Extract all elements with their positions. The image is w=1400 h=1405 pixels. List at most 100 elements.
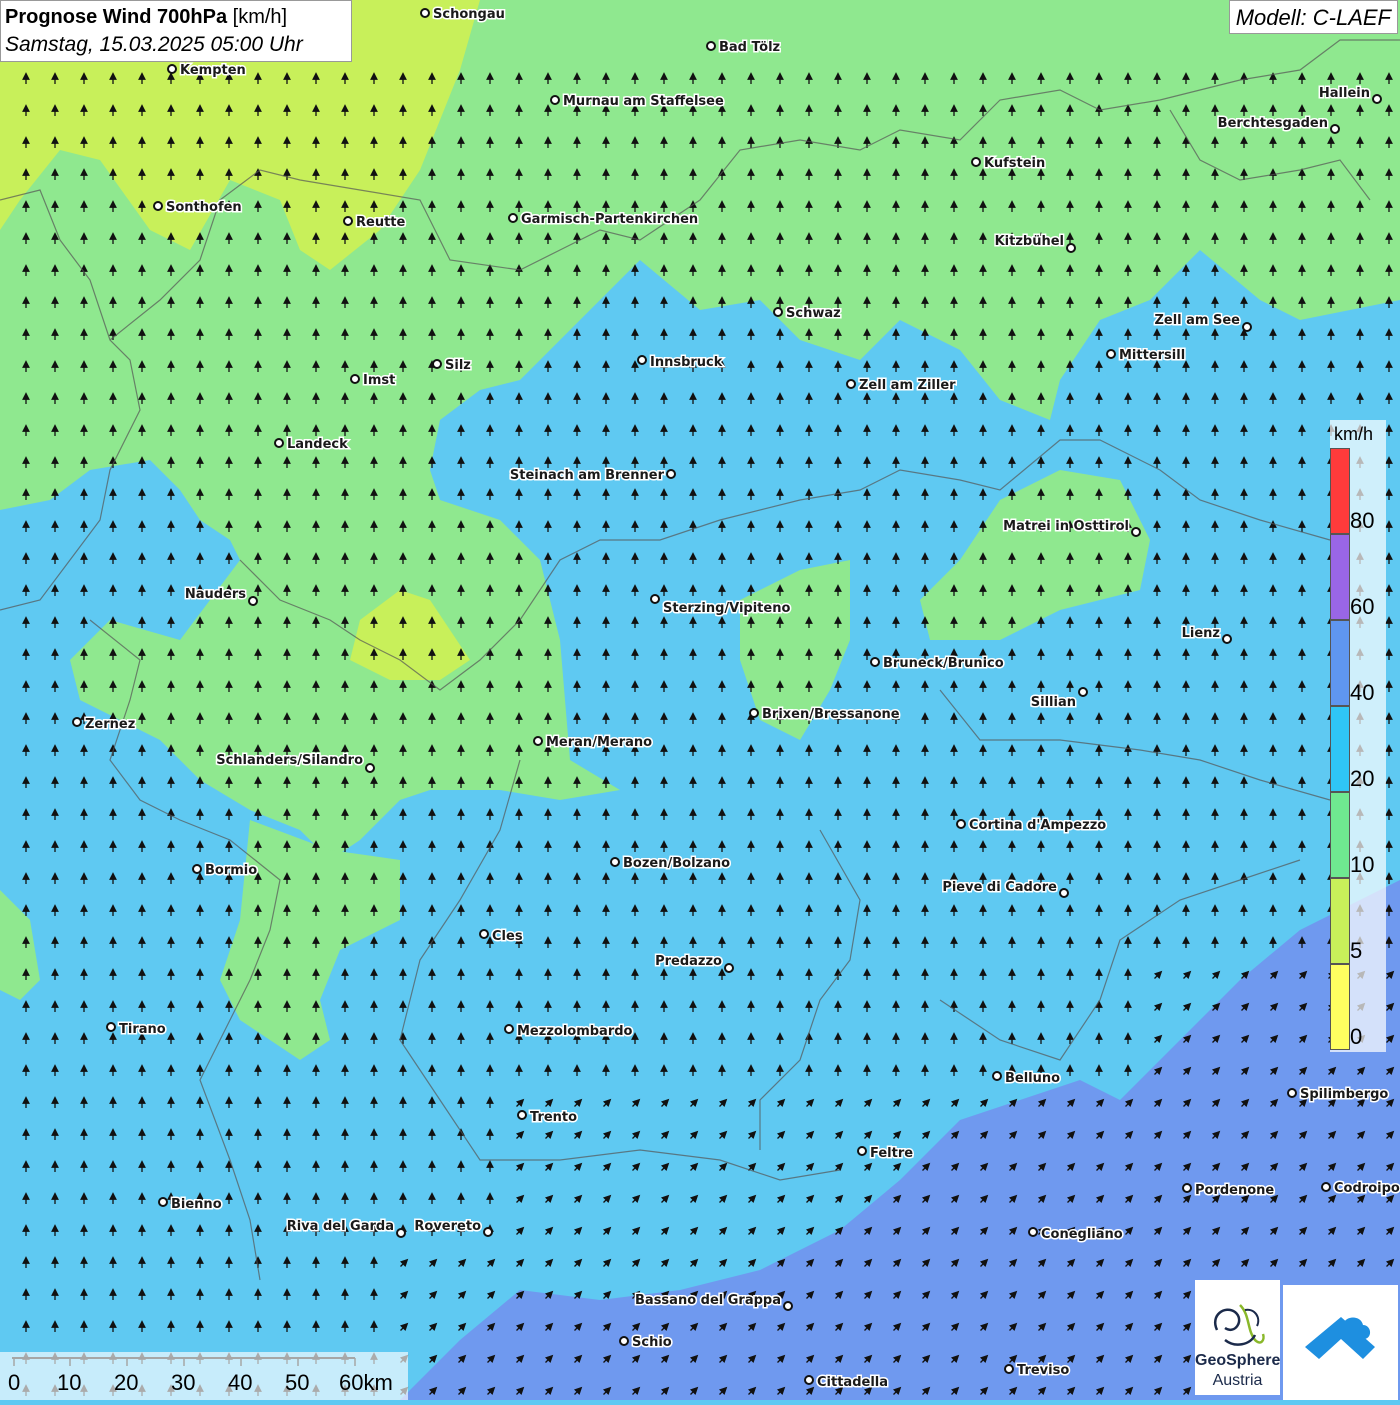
city-label: Hallein bbox=[1319, 86, 1370, 101]
city-label: Sillian bbox=[1031, 695, 1076, 710]
city-marker bbox=[783, 1301, 793, 1311]
city-label: Mezzolombardo bbox=[517, 1024, 633, 1039]
title-main: Prognose Wind 700hPa bbox=[5, 6, 228, 28]
city-marker bbox=[1330, 124, 1340, 134]
city-marker bbox=[857, 1146, 867, 1156]
city-label: Kitzbühel bbox=[995, 234, 1064, 249]
city-marker bbox=[1028, 1227, 1038, 1237]
scale-tick-label: 30 bbox=[171, 1370, 196, 1395]
weather-app-logo bbox=[1283, 1285, 1398, 1400]
city-label: Zernez bbox=[85, 717, 135, 732]
city-marker bbox=[1321, 1182, 1331, 1192]
legend-tick-label: 40 bbox=[1350, 680, 1375, 705]
city-marker bbox=[432, 359, 442, 369]
model-label: Modell: C-LAEF bbox=[1228, 0, 1398, 34]
city-label: Silz bbox=[445, 358, 471, 373]
city-marker bbox=[274, 438, 284, 448]
city-marker bbox=[956, 819, 966, 829]
forecast-datetime: Samstag, 15.03.2025 05:00 Uhr bbox=[5, 33, 303, 56]
city-label: Conegliano bbox=[1041, 1227, 1123, 1242]
geosphere-swirl-icon bbox=[1214, 1304, 1265, 1346]
city-label: Codroipo bbox=[1334, 1181, 1400, 1196]
city-label: Meran/Merano bbox=[546, 735, 652, 750]
city-label: Pordenone bbox=[1195, 1183, 1274, 1198]
city-label: Tirano bbox=[119, 1022, 166, 1037]
city-marker bbox=[483, 1227, 493, 1237]
city-marker bbox=[106, 1022, 116, 1032]
city-label: Kufstein bbox=[984, 156, 1045, 171]
city-marker bbox=[1372, 94, 1382, 104]
city-label: Cortina d'Ampezzo bbox=[969, 818, 1106, 833]
cloud-arrow-icon bbox=[1305, 1317, 1375, 1359]
city-marker bbox=[1106, 349, 1116, 359]
city-label: Berchtesgaden bbox=[1218, 116, 1328, 131]
legend-tick-label: 80 bbox=[1350, 508, 1375, 533]
city-label: Reutte bbox=[356, 215, 406, 230]
city-marker bbox=[420, 8, 430, 18]
city-label: Sonthofen bbox=[166, 200, 242, 215]
city-label: Feltre bbox=[870, 1146, 913, 1161]
city-label: Riva del Garda bbox=[287, 1219, 394, 1234]
city-label: Cles bbox=[492, 929, 523, 944]
city-marker bbox=[396, 1228, 406, 1238]
wind-map: Schongau Bad Tölz Kempten Murnau am Staffel… bbox=[0, 0, 1400, 1400]
city-marker bbox=[504, 1024, 514, 1034]
legend-swatch bbox=[1330, 448, 1350, 534]
city-label: Bassano del Grappa bbox=[635, 1293, 781, 1308]
legend-unit: km/h bbox=[1334, 424, 1374, 444]
city-marker bbox=[846, 379, 856, 389]
city-marker bbox=[167, 64, 177, 74]
legend-swatch bbox=[1330, 878, 1350, 964]
city-marker bbox=[1222, 634, 1232, 644]
geosphere-country: Austria bbox=[1212, 1372, 1263, 1389]
city-marker bbox=[550, 95, 560, 105]
city-marker bbox=[1059, 888, 1069, 898]
city-label: Bormio bbox=[205, 863, 257, 878]
scale-tick-label: 0 bbox=[8, 1370, 21, 1395]
legend-tick-label: 0 bbox=[1350, 1024, 1363, 1049]
legend-tick-label: 60 bbox=[1350, 594, 1375, 619]
city-label: Landeck bbox=[287, 437, 348, 452]
city-label: Belluno bbox=[1005, 1071, 1060, 1086]
scale-tick-label: 50 bbox=[285, 1370, 310, 1395]
city-label: Sterzing/Vipiteno bbox=[663, 601, 790, 616]
city-label: Brixen/Bressanone bbox=[762, 707, 900, 722]
city-marker bbox=[619, 1336, 629, 1346]
city-marker bbox=[724, 963, 734, 973]
city-label: Nauders bbox=[185, 587, 246, 602]
city-marker bbox=[666, 469, 676, 479]
legend-swatch bbox=[1330, 534, 1350, 620]
city-marker bbox=[804, 1375, 814, 1385]
city-marker bbox=[248, 596, 258, 606]
city-marker bbox=[637, 355, 647, 365]
city-label: Imst bbox=[363, 373, 395, 388]
city-label: Steinach am Brenner bbox=[510, 468, 665, 483]
city-label: Pieve di Cadore bbox=[942, 880, 1057, 895]
scale-tick-label: 40 bbox=[228, 1370, 253, 1395]
city-marker bbox=[971, 157, 981, 167]
city-marker bbox=[1182, 1183, 1192, 1193]
city-marker bbox=[479, 929, 489, 939]
city-label: Matrei in Osttirol bbox=[1003, 519, 1129, 534]
city-label: Bozen/Bolzano bbox=[623, 856, 730, 871]
city-label: Bruneck/Brunico bbox=[883, 656, 1004, 671]
legend-color-bar bbox=[1330, 448, 1350, 1050]
scale-tick-label: 60km bbox=[339, 1370, 393, 1395]
scale-tick-label: 20 bbox=[114, 1370, 139, 1395]
city-label: Zell am See bbox=[1154, 313, 1240, 328]
city-marker bbox=[1078, 687, 1088, 697]
city-marker bbox=[158, 1197, 168, 1207]
city-label: Garmisch-Partenkirchen bbox=[521, 212, 698, 227]
city-marker bbox=[517, 1110, 527, 1120]
city-label: Bad Tölz bbox=[719, 40, 780, 55]
city-marker bbox=[992, 1071, 1002, 1081]
city-marker bbox=[610, 857, 620, 867]
city-label: Cittadella bbox=[817, 1375, 888, 1390]
city-label: Kempten bbox=[180, 63, 246, 78]
city-label: Spilimbergo bbox=[1300, 1087, 1388, 1102]
title-unit: [km/h] bbox=[232, 6, 288, 28]
city-marker bbox=[153, 201, 163, 211]
city-marker bbox=[1131, 527, 1141, 537]
city-label: Zell am Ziller bbox=[859, 378, 956, 393]
city-marker bbox=[343, 216, 353, 226]
